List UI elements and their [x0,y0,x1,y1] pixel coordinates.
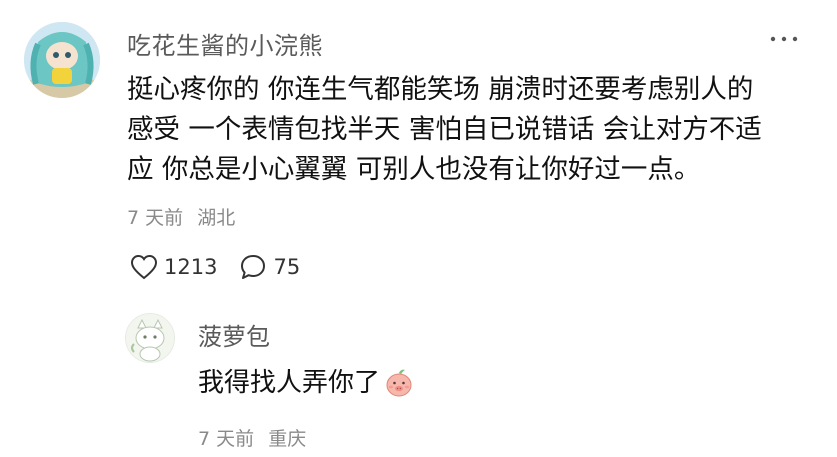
reply-count: 75 [273,255,301,279]
comment-actions: 1213 75 [130,250,300,284]
reply-count-button[interactable]: 75 [239,253,300,281]
more-button[interactable] [764,24,804,54]
cat-avatar-icon [126,314,174,362]
reply-username[interactable]: 菠萝包 [198,317,270,352]
avatar-image-icon [24,22,100,98]
like-count: 1213 [164,255,218,279]
heart-icon [130,254,158,280]
like-button[interactable]: 1213 [130,254,217,280]
comment-username[interactable]: 吃花生酱的小浣熊 [127,26,323,61]
reply-meta: 7 天前 重庆 [198,424,306,451]
pig-face-emoji-icon [386,369,412,397]
reply-location: 重庆 [268,428,307,450]
reply-time: 7 天前 [198,428,255,450]
speech-bubble-icon [241,255,266,279]
comment-location: 湖北 [197,207,236,229]
reply-avatar[interactable] [125,313,175,363]
more-dots-icon [770,36,798,42]
comment-time: 7 天前 [127,207,184,229]
comment-thread: 吃花生酱的小浣熊 挺心疼你的 你连生气都能笑场 崩溃时还要考虑别人的 感受 一个… [0,0,837,457]
reply-text-row: 我得找人弄你了 [198,363,414,403]
reply-text: 我得找人弄你了 [198,368,381,398]
comment-meta: 7 天前 湖北 [127,203,235,230]
comment-text: 挺心疼你的 你连生气都能笑场 崩溃时还要考虑别人的 感受 一个表情包找半天 害怕… [127,74,762,185]
avatar[interactable] [24,22,100,98]
